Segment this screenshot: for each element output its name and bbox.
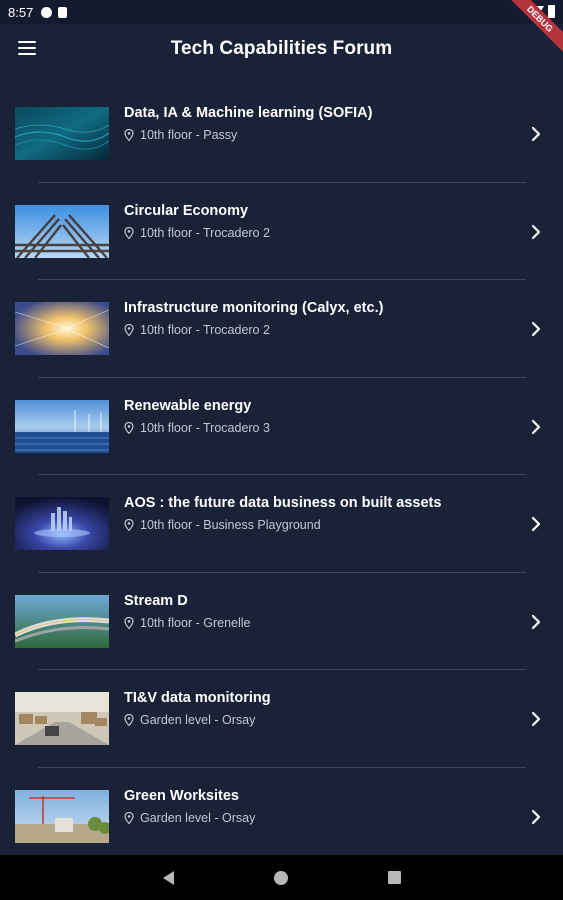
session-location: 10th floor - Business Playground bbox=[124, 518, 513, 532]
session-thumbnail bbox=[15, 789, 109, 843]
chevron-right-icon bbox=[531, 711, 541, 727]
session-list: Data, IA & Machine learning (SOFIA) 10th… bbox=[0, 85, 563, 865]
location-pin-icon bbox=[124, 226, 134, 239]
session-title: Green Worksites bbox=[124, 787, 239, 804]
session-thumbnail bbox=[15, 107, 109, 160]
chevron-right-icon bbox=[531, 809, 541, 824]
list-item[interactable]: Stream D 10th floor - Grenelle bbox=[0, 573, 563, 670]
chevron-right-icon bbox=[531, 614, 541, 629]
session-thumbnail bbox=[15, 204, 109, 258]
location-pin-icon bbox=[124, 324, 134, 336]
session-thumbnail bbox=[15, 497, 109, 550]
session-title: Circular Economy bbox=[124, 202, 249, 219]
page-title: Tech Capabilities Forum bbox=[170, 38, 393, 59]
session-location: 10th floor - Trocadero 3 bbox=[124, 421, 513, 435]
session-thumbnail bbox=[15, 399, 109, 453]
session-location-label: Garden level - Orsay bbox=[140, 810, 256, 825]
session-title: Data, IA & Machine learning (SOFIA) bbox=[124, 105, 373, 121]
session-location-label: 10th floor - Passy bbox=[140, 128, 238, 142]
session-thumbnail bbox=[15, 594, 109, 648]
sd-card-icon bbox=[58, 6, 68, 18]
session-location-label: Garden level - Orsay bbox=[140, 713, 256, 727]
chevron-right-icon bbox=[531, 321, 541, 337]
session-location-label: 10th floor - Grenelle bbox=[140, 615, 251, 630]
location-pin-icon bbox=[124, 421, 134, 434]
session-thumbnail bbox=[15, 302, 109, 355]
session-location-label: 10th floor - Trocadero 2 bbox=[140, 225, 270, 240]
location-pin-icon bbox=[124, 811, 134, 824]
session-title: AOS : the future data business on built … bbox=[124, 495, 442, 511]
session-title: Renewable energy bbox=[124, 397, 252, 414]
chevron-right-icon bbox=[531, 224, 541, 239]
session-location-label: 10th floor - Trocadero 2 bbox=[140, 323, 270, 337]
session-location: 10th floor - Trocadero 2 bbox=[124, 323, 513, 337]
list-item[interactable]: Infrastructure monitoring (Calyx, etc.) … bbox=[0, 280, 563, 378]
back-icon[interactable] bbox=[162, 870, 174, 885]
session-title: TI&V data monitoring bbox=[124, 690, 271, 706]
app-bar: Tech Capabilities Forum bbox=[0, 24, 563, 74]
google-icon bbox=[41, 6, 53, 18]
session-location-label: 10th floor - Trocadero 3 bbox=[140, 420, 270, 435]
list-item[interactable]: AOS : the future data business on built … bbox=[0, 475, 563, 573]
location-pin-icon bbox=[124, 129, 134, 141]
list-item[interactable]: Renewable energy 10th floor - Trocadero … bbox=[0, 378, 563, 475]
location-pin-icon bbox=[124, 519, 134, 531]
debug-label: DEBUG bbox=[503, 0, 563, 56]
session-location: 10th floor - Grenelle bbox=[124, 616, 513, 630]
chevron-right-icon bbox=[531, 516, 541, 532]
recents-icon[interactable] bbox=[387, 871, 401, 884]
session-title: Infrastructure monitoring (Calyx, etc.) bbox=[124, 300, 384, 316]
system-nav-bar bbox=[0, 855, 563, 900]
chevron-right-icon bbox=[531, 419, 541, 434]
status-bar: 8:57 bbox=[0, 0, 563, 24]
status-time: 8:57 bbox=[8, 4, 34, 20]
list-item[interactable]: TI&V data monitoring Garden level - Orsa… bbox=[0, 670, 563, 768]
list-item[interactable]: Green Worksites Garden level - Orsay bbox=[0, 768, 563, 866]
location-pin-icon bbox=[124, 616, 134, 629]
list-item[interactable]: Circular Economy 10th floor - Trocadero … bbox=[0, 183, 563, 280]
session-thumbnail bbox=[15, 692, 109, 745]
debug-banner: DEBUG bbox=[503, 0, 563, 60]
chevron-right-icon bbox=[531, 126, 541, 142]
list-item[interactable]: Data, IA & Machine learning (SOFIA) 10th… bbox=[0, 85, 563, 183]
session-location: Garden level - Orsay bbox=[124, 811, 513, 825]
menu-icon[interactable] bbox=[18, 41, 36, 55]
home-icon[interactable] bbox=[273, 870, 288, 885]
session-location-label: 10th floor - Business Playground bbox=[140, 518, 321, 532]
location-pin-icon bbox=[124, 714, 134, 726]
session-location: Garden level - Orsay bbox=[124, 713, 513, 727]
session-title: Stream D bbox=[124, 592, 188, 609]
session-location: 10th floor - Trocadero 2 bbox=[124, 226, 513, 240]
session-location: 10th floor - Passy bbox=[124, 128, 513, 142]
